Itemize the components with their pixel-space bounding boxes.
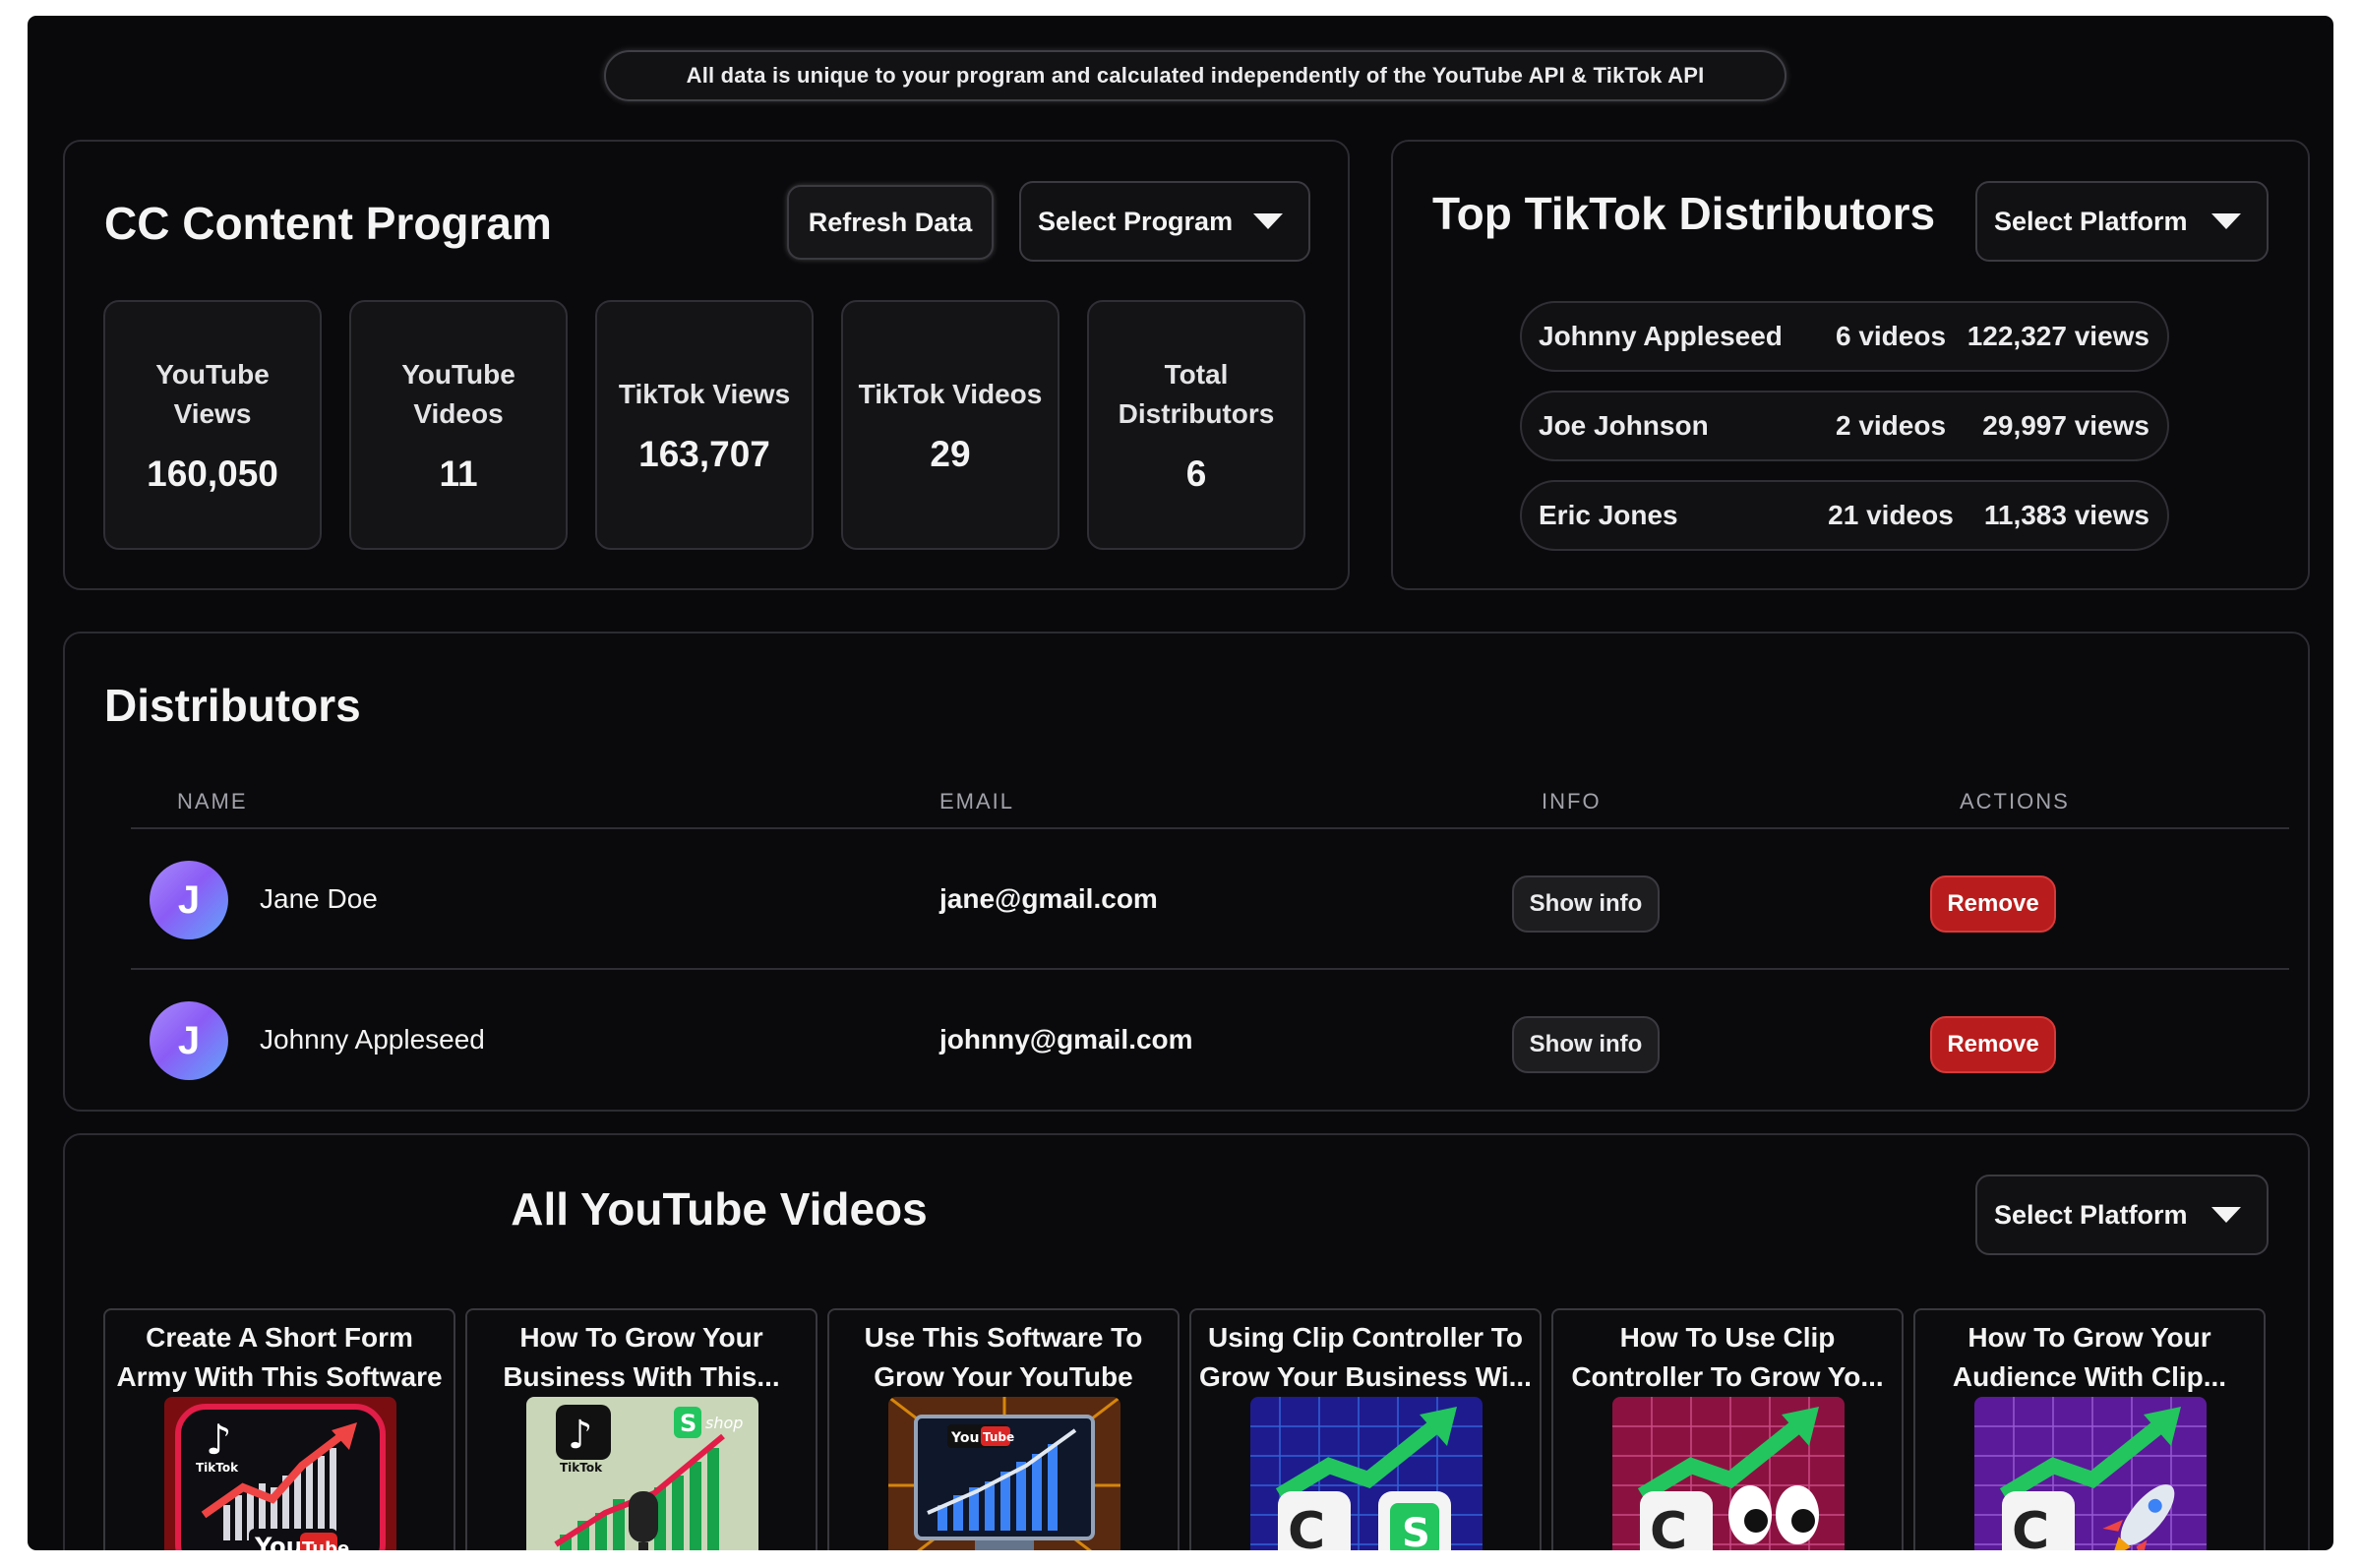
- video-card[interactable]: Using Clip Controller To Grow Your Busin…: [1189, 1308, 1542, 1550]
- video-thumbnail: ♪ TikTok S shop: [526, 1397, 758, 1550]
- video-thumbnail: You Tube: [888, 1397, 1120, 1550]
- show-info-button[interactable]: Show info: [1512, 875, 1660, 933]
- stat-tiktok-views: TikTok Views 163,707: [595, 300, 814, 550]
- select-program-label: Select Program: [1038, 206, 1234, 236]
- youtube-videos-title: All YouTube Videos: [511, 1183, 928, 1235]
- video-title: Using Clip Controller To Grow Your Busin…: [1199, 1322, 1532, 1392]
- top-distributor-name: Eric Jones: [1539, 500, 1678, 530]
- video-thumbnail: C: [1612, 1397, 1845, 1550]
- stat-label: Total Distributors: [1118, 359, 1275, 429]
- svg-text:You: You: [950, 1430, 979, 1446]
- table-divider: [131, 968, 2289, 970]
- top-distributor-videos: 21 videos: [1828, 500, 1954, 530]
- video-card[interactable]: How To Grow Your Audience With Clip... C: [1913, 1308, 2266, 1550]
- svg-text:Tube: Tube: [983, 1430, 1014, 1444]
- chevron-down-icon: [2211, 1207, 2241, 1223]
- stat-label: TikTok Videos: [858, 379, 1043, 409]
- stat-value: 6: [1185, 453, 1207, 494]
- stat-value: 29: [930, 434, 971, 474]
- stat-value: 160,050: [147, 453, 278, 494]
- column-header-name: NAME: [177, 789, 248, 814]
- program-title: CC Content Program: [104, 198, 552, 249]
- distributor-email: johnny@gmail.com: [939, 1024, 1193, 1055]
- column-header-info: INFO: [1542, 789, 1602, 814]
- stat-label: YouTube Videos: [401, 359, 515, 429]
- show-info-button[interactable]: Show info: [1512, 1016, 1660, 1073]
- stat-tiktok-videos: TikTok Videos 29: [841, 300, 1059, 550]
- data-notice-banner: All data is unique to your program and c…: [604, 50, 1786, 101]
- top-distributor-name: Johnny Appleseed: [1539, 321, 1783, 351]
- distributor-name: Johnny Appleseed: [260, 1024, 485, 1055]
- video-thumbnail: C: [1974, 1397, 2207, 1550]
- chevron-down-icon: [2211, 213, 2241, 229]
- svg-text:S: S: [680, 1410, 696, 1437]
- top-distributor-videos: 6 videos: [1835, 321, 1947, 351]
- avatar: J: [150, 1001, 228, 1080]
- svg-text:TikTok: TikTok: [560, 1461, 603, 1475]
- svg-text:Tube: Tube: [302, 1538, 349, 1550]
- top-distributor-row: Eric Jones 21 videos 11,383 views: [1520, 480, 2169, 551]
- distributor-email: jane@gmail.com: [939, 883, 1158, 914]
- top-distributor-views: 122,327 views: [1967, 321, 2149, 351]
- table-divider: [131, 827, 2289, 829]
- remove-button[interactable]: Remove: [1930, 875, 2056, 933]
- clip-controller-shopify-thumbnail: C S: [1250, 1397, 1483, 1550]
- video-title: How To Grow Your Audience With Clip...: [1952, 1322, 2227, 1392]
- top-distributor-name: Joe Johnson: [1539, 410, 1709, 441]
- avatar: J: [150, 861, 228, 939]
- video-thumbnail: ♪ TikTok You Tube: [164, 1397, 396, 1550]
- svg-text:You: You: [254, 1533, 303, 1550]
- select-platform-dropdown[interactable]: Select Platform: [1975, 1175, 2269, 1255]
- distributors-title: Distributors: [104, 680, 361, 731]
- stat-label: YouTube Views: [155, 359, 270, 429]
- top-distributors-title: Top TikTok Distributors: [1432, 188, 1936, 239]
- distributor-name: Jane Doe: [260, 883, 378, 914]
- stat-value: 163,707: [638, 434, 770, 474]
- stat-label: TikTok Views: [618, 379, 791, 409]
- stat-value: 11: [439, 453, 478, 494]
- video-title: How To Use Clip Controller To Grow Yo...: [1571, 1322, 1884, 1392]
- stat-total-distributors: Total Distributors 6: [1087, 300, 1305, 550]
- video-title: Use This Software To Grow Your YouTube: [864, 1322, 1143, 1392]
- top-distributor-videos: 2 videos: [1835, 410, 1947, 441]
- column-header-actions: ACTIONS: [1960, 789, 2070, 814]
- video-card[interactable]: How To Use Clip Controller To Grow Yo...…: [1551, 1308, 1904, 1550]
- svg-text:C: C: [1650, 1502, 1687, 1550]
- refresh-data-button[interactable]: Refresh Data: [787, 185, 994, 260]
- clip-controller-rocket-thumbnail: C: [1974, 1397, 2207, 1550]
- top-distributor-row: Johnny Appleseed 6 videos 122,327 views: [1520, 301, 2169, 372]
- top-distributor-views: 29,997 views: [1982, 410, 2149, 441]
- svg-text:C: C: [2012, 1502, 2049, 1550]
- column-header-email: EMAIL: [939, 789, 1015, 814]
- chevron-down-icon: [1253, 213, 1283, 229]
- select-platform-dropdown[interactable]: Select Platform: [1975, 181, 2269, 262]
- svg-text:TikTok: TikTok: [196, 1461, 239, 1475]
- youtube-monitor-growth-thumbnail: You Tube: [888, 1397, 1120, 1550]
- stat-youtube-videos: YouTube Videos 11: [349, 300, 568, 550]
- top-distributor-views: 11,383 views: [1983, 500, 2149, 530]
- clip-controller-eyes-thumbnail: C: [1612, 1397, 1845, 1550]
- select-platform-label: Select Platform: [1994, 206, 2188, 236]
- svg-text:S: S: [1402, 1511, 1430, 1550]
- app-frame: All data is unique to your program and c…: [28, 16, 2333, 1550]
- tiktok-youtube-growth-thumbnail: ♪ TikTok You Tube: [164, 1397, 396, 1550]
- remove-button[interactable]: Remove: [1930, 1016, 2056, 1073]
- video-title: How To Grow Your Business With This...: [503, 1322, 780, 1392]
- select-program-dropdown[interactable]: Select Program: [1019, 181, 1310, 262]
- svg-text:shop: shop: [705, 1414, 743, 1432]
- svg-text:♪: ♪: [568, 1413, 593, 1458]
- video-title: Create A Short Form Army With This Softw…: [116, 1322, 443, 1392]
- select-platform-label: Select Platform: [1994, 1199, 2188, 1230]
- video-card[interactable]: Create A Short Form Army With This Softw…: [103, 1308, 455, 1550]
- video-card[interactable]: How To Grow Your Business With This... ♪…: [465, 1308, 817, 1550]
- top-distributor-row: Joe Johnson 2 videos 29,997 views: [1520, 391, 2169, 461]
- svg-text:♪: ♪: [206, 1416, 232, 1464]
- video-card[interactable]: Use This Software To Grow Your YouTube Y…: [827, 1308, 1180, 1550]
- stat-youtube-views: YouTube Views 160,050: [103, 300, 322, 550]
- svg-text:C: C: [1288, 1502, 1325, 1550]
- tiktok-shopify-growth-thumbnail: ♪ TikTok S shop: [526, 1397, 758, 1550]
- video-thumbnail: C S: [1250, 1397, 1483, 1550]
